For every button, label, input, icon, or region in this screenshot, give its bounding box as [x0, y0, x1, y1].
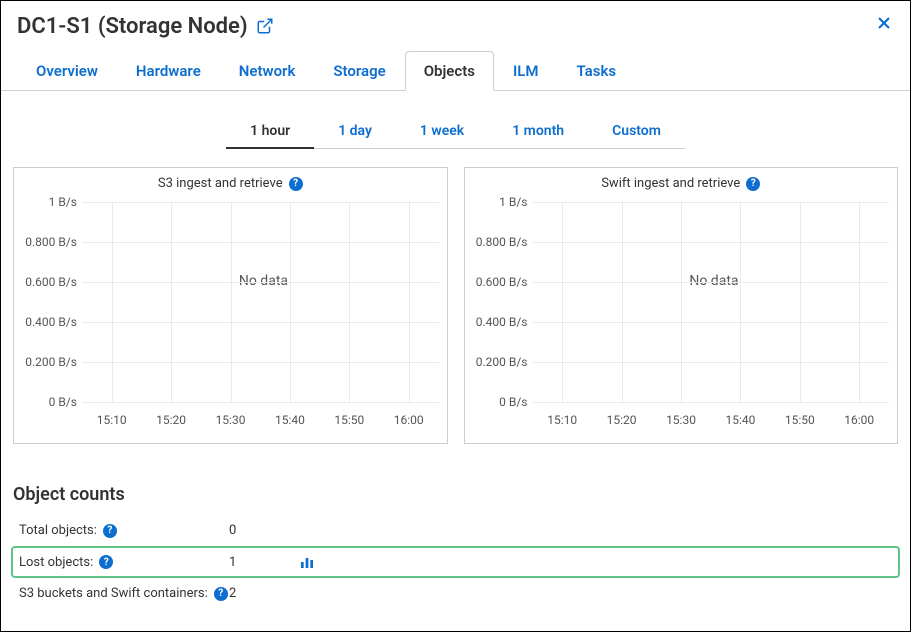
count-row: S3 buckets and Swift containers:?2: [13, 578, 898, 609]
main-tabs: OverviewHardwareNetworkStorageObjectsILM…: [1, 51, 910, 91]
object-counts-heading: Object counts: [1, 444, 910, 515]
time-tab-1-week[interactable]: 1 week: [396, 115, 488, 149]
x-tick: 15:30: [216, 413, 246, 427]
chart-nodata: No data: [239, 273, 288, 289]
y-tick: 1 B/s: [22, 195, 77, 209]
bar-chart-icon[interactable]: [299, 554, 315, 570]
count-row: Total objects:?0: [13, 515, 898, 546]
help-icon[interactable]: ?: [99, 555, 113, 569]
count-row: Lost objects:?1: [11, 546, 900, 578]
y-tick: 0.800 B/s: [22, 235, 77, 249]
x-tick: 15:30: [666, 413, 696, 427]
x-tick: 15:40: [275, 413, 305, 427]
charts-container: S3 ingest and retrieve ? No data 0 B/s 0.…: [1, 167, 910, 444]
chart-nodata: No data: [689, 273, 738, 289]
tab-hardware[interactable]: Hardware: [117, 51, 220, 90]
time-tab-1-day[interactable]: 1 day: [314, 115, 396, 149]
time-tab-custom[interactable]: Custom: [588, 115, 685, 149]
count-value: 0: [229, 523, 269, 538]
count-label: S3 buckets and Swift containers:?: [19, 586, 229, 601]
page-title: DC1-S1 (Storage Node): [17, 14, 274, 39]
help-icon[interactable]: ?: [103, 524, 117, 538]
tab-ilm[interactable]: ILM: [494, 51, 558, 90]
x-tick: 16:00: [844, 413, 874, 427]
time-tab-1-month[interactable]: 1 month: [488, 115, 588, 149]
page-title-text: DC1-S1 (Storage Node): [17, 14, 248, 39]
chart-swift-title: Swift ingest and retrieve: [601, 176, 740, 191]
x-tick: 15:40: [725, 413, 755, 427]
chart-swift: Swift ingest and retrieve ? No data 0 B/…: [464, 167, 899, 444]
time-tab-1-hour[interactable]: 1 hour: [226, 115, 314, 149]
tab-storage[interactable]: Storage: [314, 51, 404, 90]
y-tick: 0 B/s: [473, 395, 528, 409]
close-icon[interactable]: [874, 13, 894, 39]
tab-overview[interactable]: Overview: [17, 51, 117, 90]
y-tick: 1 B/s: [473, 195, 528, 209]
help-icon[interactable]: ?: [746, 177, 760, 191]
count-label: Lost objects:?: [19, 555, 229, 570]
x-tick: 15:20: [607, 413, 637, 427]
y-tick: 0.600 B/s: [473, 275, 528, 289]
y-tick: 0 B/s: [22, 395, 77, 409]
x-tick: 15:10: [97, 413, 127, 427]
count-value: 2: [229, 586, 269, 601]
tab-network[interactable]: Network: [220, 51, 315, 90]
external-link-icon[interactable]: [256, 17, 274, 35]
x-tick: 16:00: [394, 413, 424, 427]
tab-objects[interactable]: Objects: [405, 51, 494, 91]
y-tick: 0.600 B/s: [22, 275, 77, 289]
y-tick: 0.400 B/s: [22, 315, 77, 329]
y-tick: 0.200 B/s: [22, 355, 77, 369]
count-value: 1: [229, 555, 269, 570]
count-label: Total objects:?: [19, 523, 229, 538]
x-tick: 15:10: [547, 413, 577, 427]
x-tick: 15:20: [156, 413, 186, 427]
chart-s3: S3 ingest and retrieve ? No data 0 B/s 0.…: [13, 167, 448, 444]
x-tick: 15:50: [334, 413, 364, 427]
chart-s3-title: S3 ingest and retrieve: [158, 176, 283, 191]
help-icon[interactable]: ?: [289, 177, 303, 191]
tab-tasks[interactable]: Tasks: [558, 51, 636, 90]
help-icon[interactable]: ?: [214, 587, 228, 601]
y-tick: 0.400 B/s: [473, 315, 528, 329]
y-tick: 0.200 B/s: [473, 355, 528, 369]
x-tick: 15:50: [785, 413, 815, 427]
time-range-tabs: 1 hour1 day1 week1 monthCustom: [1, 115, 910, 149]
y-tick: 0.800 B/s: [473, 235, 528, 249]
